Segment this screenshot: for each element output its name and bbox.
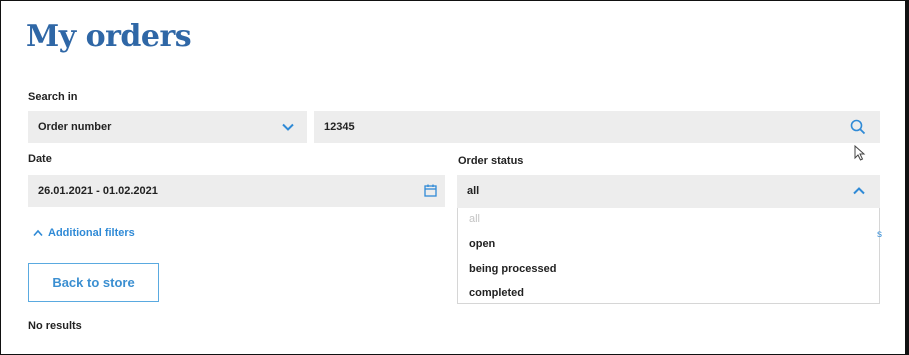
search-field-select[interactable]: Order number xyxy=(28,111,307,143)
status-option-all: all xyxy=(469,213,481,225)
search-input[interactable]: 12345 xyxy=(314,111,880,143)
order-status-value: all xyxy=(467,185,480,197)
orders-panel: My orders Search in Order number 12345 D… xyxy=(0,0,909,355)
search-input-value: 12345 xyxy=(324,121,355,133)
chevron-up-icon xyxy=(852,184,866,198)
status-option-completed[interactable]: completed xyxy=(469,287,524,299)
date-range-input[interactable]: 26.01.2021 - 01.02.2021 xyxy=(28,175,445,207)
search-field-value: Order number xyxy=(38,121,112,133)
order-status-label: Order status xyxy=(458,155,524,167)
mouse-cursor-icon xyxy=(854,144,866,166)
order-status-dropdown: all open being processed completed xyxy=(457,208,880,304)
date-label: Date xyxy=(28,153,52,165)
page-title: My orders xyxy=(26,19,192,54)
back-to-store-button[interactable]: Back to store xyxy=(28,263,159,302)
additional-filters-toggle[interactable]: Additional filters xyxy=(33,227,135,239)
additional-filters-label: Additional filters xyxy=(48,227,135,239)
chevron-down-icon xyxy=(281,120,295,134)
status-option-being-processed[interactable]: being processed xyxy=(469,263,556,275)
calendar-icon[interactable] xyxy=(424,184,437,197)
no-results-text: No results xyxy=(28,320,82,332)
date-range-value: 26.01.2021 - 01.02.2021 xyxy=(38,185,158,197)
status-option-open[interactable]: open xyxy=(469,238,495,250)
search-in-label: Search in xyxy=(28,91,78,103)
order-status-select[interactable]: all xyxy=(457,175,880,208)
search-icon[interactable] xyxy=(850,119,866,135)
hidden-link-fragment: s xyxy=(877,229,882,240)
chevron-up-icon xyxy=(33,229,43,237)
